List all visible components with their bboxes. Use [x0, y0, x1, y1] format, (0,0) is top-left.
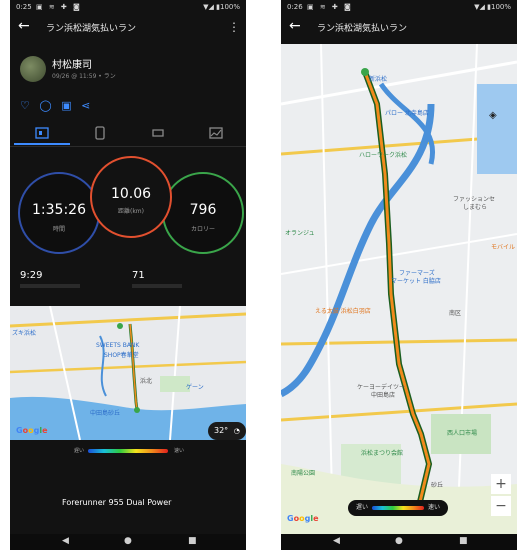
activity-summary-screen: 0:25 ▣ ≋ ✚ ◙ ▼◢ ▮100% ← ラン浜松湖気払いラン ⋮ 村松康…: [10, 0, 246, 550]
map-label: 中田島店: [371, 392, 396, 399]
distance-label: 距離(km): [117, 208, 144, 215]
pace-legend: 遅い 速い: [74, 445, 184, 457]
map-label: 砂丘: [431, 482, 444, 489]
laps-tab-icon[interactable]: [150, 125, 166, 139]
system-nav-bar: ◀ ● ■: [10, 534, 246, 550]
nav-recents-icon[interactable]: ■: [188, 536, 197, 546]
comment-icon[interactable]: ◯: [39, 99, 51, 112]
activity-title: ラン浜松湖気払いラン: [317, 24, 408, 34]
activity-title: ラン浜松湖気払いラン: [46, 24, 137, 34]
legend-slow: 遅い: [356, 504, 369, 511]
map-label: ゲーン: [186, 384, 204, 391]
map-label: SWEETS BANK: [96, 342, 140, 349]
add-photo-icon[interactable]: ▣: [61, 99, 71, 112]
user-name: 村松康司: [52, 60, 92, 71]
heart-rate-value: 71: [132, 270, 145, 281]
map-label: 南陽公園: [291, 470, 316, 477]
status-bar: 0:26 ▣ ≋ ✚ ◙ ▼◢ ▮100%: [281, 0, 517, 14]
back-arrow-icon[interactable]: ←: [289, 18, 301, 34]
map-label: 南区: [449, 310, 462, 317]
avatar[interactable]: [20, 56, 46, 82]
pace-legend: 遅い 速い: [348, 500, 448, 516]
route-map[interactable]: ズキ浜松 SWEETS BANK SHOP春華堂 浜北 中田島砂丘 ゲーン Go…: [10, 306, 246, 440]
status-battery: ▼◢ ▮100%: [474, 3, 511, 11]
map-label: SHOP春華堂: [104, 352, 139, 359]
more-menu-icon[interactable]: ⋮: [228, 20, 240, 34]
legend-gradient: [372, 506, 424, 510]
time-label: 時間: [52, 226, 65, 233]
nav-back-icon[interactable]: ◀: [333, 536, 340, 546]
back-arrow-icon[interactable]: ←: [18, 18, 30, 34]
route-map-screen: 0:26 ▣ ≋ ✚ ◙ ▼◢ ▮100% ← ラン浜松湖気払いラン 新浜松 パ…: [281, 0, 517, 550]
distance-ring: 10.06 距離(km): [90, 156, 172, 238]
calories-label: カロリー: [190, 226, 215, 233]
social-actions: ♡ ◯ ▣ ⋖: [20, 99, 96, 113]
map-label: ハローワーク浜松: [359, 152, 408, 159]
activity-meta: 09/26 @ 11:59 • ラン: [52, 73, 116, 80]
status-bar: 0:25 ▣ ≋ ✚ ◙ ▼◢ ▮100%: [10, 0, 246, 14]
notification-icons: ▣ ≋ ✚ ◙: [307, 3, 353, 11]
map-label: パロー 北寺島店: [385, 110, 429, 117]
nav-recents-icon[interactable]: ■: [459, 536, 468, 546]
status-time: 0:25: [16, 3, 32, 11]
active-tab-indicator: [14, 143, 70, 145]
legend-slow: 遅い: [74, 448, 85, 454]
status-time: 0:26: [287, 3, 303, 11]
app-bar: ← ラン浜松湖気払いラン ⋮: [10, 14, 246, 42]
legend-fast: 速い: [427, 504, 440, 511]
nav-home-icon[interactable]: ●: [124, 536, 132, 546]
nav-back-icon[interactable]: ◀: [62, 536, 69, 546]
chart-tab-icon[interactable]: [208, 125, 224, 139]
share-icon[interactable]: ⋖: [81, 99, 90, 112]
weather-icon: ◔: [233, 427, 240, 435]
temperature-badge: 32° ◔: [208, 422, 246, 440]
legend-gradient: [88, 449, 168, 453]
map-label: マーケット 白脇店: [391, 278, 441, 285]
legend-fast: 速い: [173, 448, 184, 454]
google-logo: Google: [287, 514, 319, 523]
distance-value: 10.06: [110, 186, 152, 202]
map-label: える太鼓 浜松白羽店: [315, 308, 371, 315]
map-label: 新浜松: [369, 76, 388, 83]
full-route-map[interactable]: 新浜松 パロー 北寺島店 ハローワーク浜松 ファッションセ しまむら オランジュ…: [281, 44, 517, 536]
map-label: 浜松まつり会館: [361, 450, 404, 457]
layers-icon[interactable]: ◈: [489, 110, 497, 121]
system-nav-bar: ◀ ● ■: [281, 534, 517, 550]
map-label: ズキ浜松: [12, 330, 37, 337]
summary-tab-icon[interactable]: [34, 125, 50, 139]
map-label: 西人口市場: [447, 430, 478, 437]
zoom-in-button[interactable]: +: [491, 474, 511, 494]
google-logo: Google: [16, 426, 48, 435]
device-tab-icon[interactable]: [92, 125, 108, 140]
pace-value: 9:29: [20, 270, 43, 281]
zoom-out-button[interactable]: −: [491, 496, 511, 516]
device-name: Forerunner 955 Dual Power: [62, 498, 172, 507]
temperature-value: 32°: [214, 426, 229, 435]
notification-icons: ▣ ≋ ✚ ◙: [36, 3, 82, 11]
time-value: 1:35:26: [32, 202, 86, 218]
calories-value: 796: [189, 202, 217, 218]
heart-rate-caption: [132, 284, 182, 288]
nav-home-icon[interactable]: ●: [395, 536, 403, 546]
map-label: モバイル: [491, 244, 516, 251]
map-label: しまむら: [463, 204, 488, 211]
map-canvas: [10, 306, 246, 440]
map-label: オランジュ: [285, 230, 315, 237]
time-ring: 1:35:26 時間: [18, 172, 100, 254]
app-bar: ← ラン浜松湖気払いラン: [281, 14, 517, 42]
heart-icon[interactable]: ♡: [20, 99, 30, 112]
map-label: 中田島砂丘: [90, 410, 121, 417]
map-label: 浜北: [140, 378, 153, 385]
status-battery: ▼◢ ▮100%: [203, 3, 240, 11]
calories-ring: 796 カロリー: [162, 172, 244, 254]
map-canvas: [281, 44, 517, 536]
pace-caption: [20, 284, 80, 288]
